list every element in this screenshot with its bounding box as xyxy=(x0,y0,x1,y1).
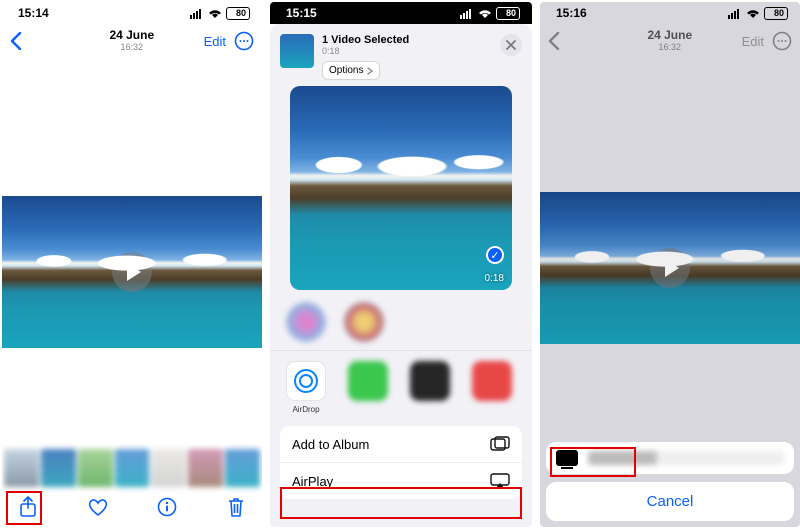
back-button[interactable] xyxy=(10,32,22,50)
status-bar: 15:16 80 xyxy=(540,2,800,24)
play-icon xyxy=(650,248,690,288)
selection-duration: 0:18 xyxy=(322,46,409,56)
share-button[interactable] xyxy=(18,496,38,518)
cellular-icon xyxy=(728,8,742,18)
share-app[interactable] xyxy=(408,361,452,414)
device-name-blurred xyxy=(588,451,784,465)
airdrop-app[interactable]: AirDrop xyxy=(284,361,328,414)
share-app[interactable] xyxy=(346,361,390,414)
share-contacts-row xyxy=(270,290,532,350)
battery-indicator: 80 xyxy=(226,7,250,20)
delete-button[interactable] xyxy=(226,496,246,518)
edit-button[interactable]: Edit xyxy=(204,34,226,49)
status-bar: 15:14 80 xyxy=(2,2,262,24)
status-time: 15:16 xyxy=(556,6,587,20)
info-button[interactable] xyxy=(157,497,177,517)
apple-tv-icon xyxy=(556,450,578,466)
share-header: 1 Video Selected 0:18 Options xyxy=(270,24,532,86)
share-actions-list: Add to Album AirPlay xyxy=(280,426,522,499)
cellular-icon xyxy=(190,8,204,18)
wifi-icon xyxy=(208,8,222,18)
video-preview-dimmed xyxy=(540,192,800,344)
header-title: 24 June 16:32 xyxy=(647,29,692,52)
app-icon xyxy=(348,361,388,401)
wifi-icon xyxy=(478,8,492,18)
nav-header: 24 June 16:32 Edit xyxy=(540,24,800,58)
album-icon xyxy=(490,436,510,452)
airplay-device-row[interactable] xyxy=(546,442,794,474)
back-button[interactable] xyxy=(548,32,560,50)
status-time: 15:15 xyxy=(286,6,317,20)
battery-indicator: 80 xyxy=(764,7,788,20)
selected-video-thumbnail[interactable]: ✓ 0:18 xyxy=(290,86,512,290)
nav-header: 24 June 16:32 Edit xyxy=(2,24,262,58)
status-time: 15:14 xyxy=(18,6,49,20)
selected-check-icon: ✓ xyxy=(486,246,504,264)
app-icon xyxy=(472,361,512,401)
contact-avatar[interactable] xyxy=(344,302,384,342)
status-bar: 15:15 80 xyxy=(270,2,532,24)
contact-avatar[interactable] xyxy=(286,302,326,342)
cellular-icon xyxy=(460,8,474,18)
more-button[interactable] xyxy=(234,31,254,51)
airplay-picker-sheet: Cancel xyxy=(546,442,794,521)
video-preview[interactable] xyxy=(2,196,262,348)
favorite-button[interactable] xyxy=(87,497,109,517)
play-icon xyxy=(112,252,152,292)
app-icon xyxy=(410,361,450,401)
thumb-duration: 0:18 xyxy=(485,273,504,284)
share-app[interactable] xyxy=(470,361,514,414)
selection-title: 1 Video Selected xyxy=(322,34,409,46)
close-button[interactable] xyxy=(500,34,522,56)
bottom-toolbar xyxy=(2,487,262,527)
header-title: 24 June 16:32 xyxy=(109,29,154,52)
share-apps-row: AirDrop xyxy=(270,351,532,418)
screenshot-1-photo-detail: 15:14 80 24 June 16:32 Edit xyxy=(2,2,262,527)
battery-indicator: 80 xyxy=(496,7,520,20)
airdrop-icon xyxy=(286,361,326,401)
header-thumbnail xyxy=(280,34,314,68)
options-button[interactable]: Options xyxy=(322,61,380,80)
screenshot-2-share-sheet: 15:15 80 1 Video Selected 0:18 Options xyxy=(270,2,532,527)
action-add-to-album[interactable]: Add to Album xyxy=(280,426,522,463)
edit-button: Edit xyxy=(742,34,764,49)
airplay-icon xyxy=(490,473,510,489)
share-sheet: 1 Video Selected 0:18 Options ✓ 0:18 xyxy=(270,24,532,527)
wifi-icon xyxy=(746,8,760,18)
more-button xyxy=(772,31,792,51)
thumbnail-strip[interactable] xyxy=(2,449,262,487)
screenshot-3-airplay-picker: 15:16 80 24 June 16:32 Edit xyxy=(540,2,800,527)
action-airplay[interactable]: AirPlay xyxy=(280,463,522,499)
cancel-button[interactable]: Cancel xyxy=(546,482,794,521)
